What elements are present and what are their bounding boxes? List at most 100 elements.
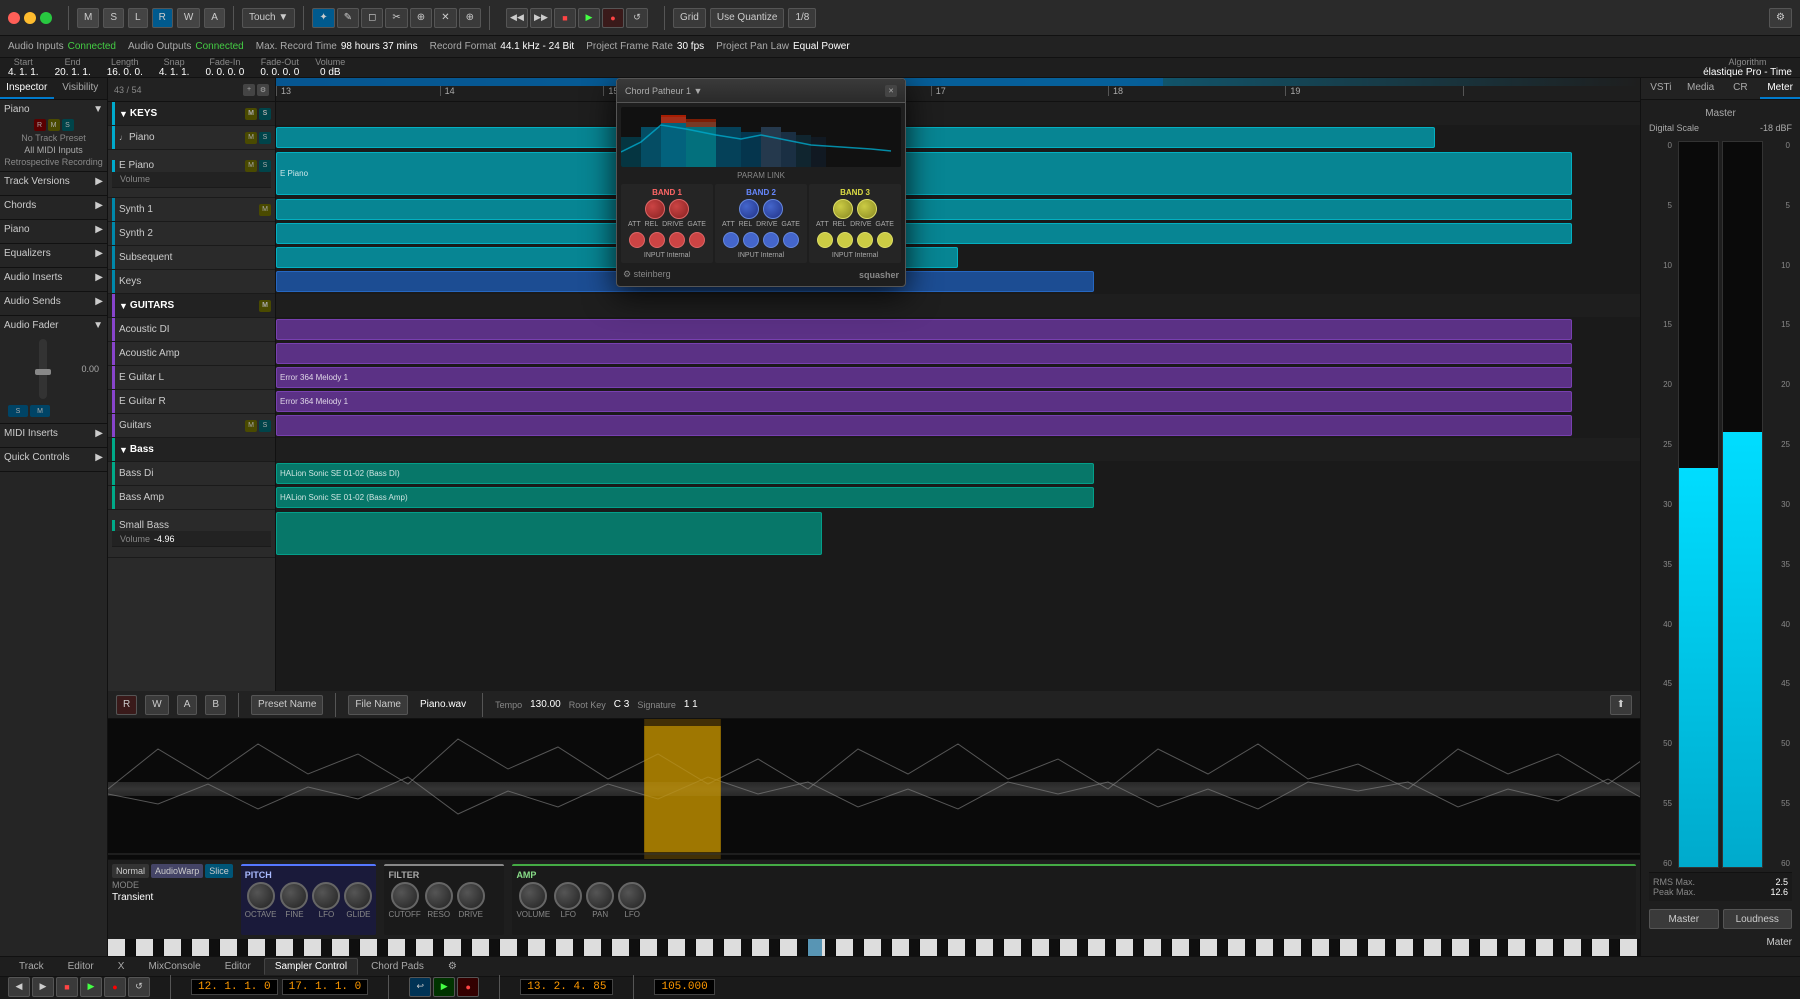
band2-gate[interactable] [783,232,799,248]
midi-inserts-header[interactable]: MIDI Inserts ▶ [4,428,103,439]
track-item-synth1[interactable]: Synth 1 M [108,198,275,222]
snap-field[interactable]: Snap 4. 1. 1. [159,57,190,78]
band3-knob1[interactable] [833,199,853,219]
grid-dropdown[interactable]: Grid [673,8,706,28]
track-item-acoustic-di[interactable]: Acoustic DI [108,318,275,342]
tool-mute[interactable]: ✕ [434,8,456,28]
piano-sub-header[interactable]: Piano ▶ [4,224,103,235]
guitars2-mute[interactable]: M [245,420,257,432]
lane-epiano[interactable]: E Piano [276,150,1640,198]
band1-att[interactable] [629,232,645,248]
piano-solo[interactable]: S [259,132,271,144]
tool-draw[interactable]: ✎ [337,8,359,28]
guitars-mute[interactable]: M [259,300,271,312]
status-ffwd[interactable]: ▶ [32,977,54,997]
fadeout-field[interactable]: Fade-Out 0. 0. 0. 0 [260,57,299,78]
band3-rel[interactable] [837,232,853,248]
track-item-guitars2[interactable]: Guitars M S [108,414,275,438]
quick-controls-header[interactable]: Quick Controls ▶ [4,452,103,463]
tool-cursor[interactable]: ✦ [312,8,334,28]
track-item-guitars[interactable]: ▼ GUITARS M [108,294,275,318]
clip-eguitar-r[interactable]: Error 364 Melody 1 [276,391,1572,412]
lane-acoustic-di[interactable] [276,318,1640,342]
sampler-w-btn[interactable]: W [145,695,168,715]
mode-m-button[interactable]: M [77,8,99,28]
inspector-tab[interactable]: Inspector [0,78,54,99]
clip-acoustic-di[interactable] [276,319,1572,340]
add-track-btn[interactable]: + [243,84,255,96]
band1-knob2[interactable] [669,199,689,219]
fadein-field[interactable]: Fade-In 0. 0. 0. 0 [205,57,244,78]
cycle-button[interactable]: ↺ [626,8,648,28]
mode-w-button[interactable]: W [177,8,200,28]
clip-synth2[interactable] [276,223,1572,244]
track-versions-header[interactable]: Track Versions ▶ [4,176,103,187]
reso-knob[interactable] [425,882,453,910]
mode-r-button[interactable]: R [152,8,173,28]
send-btn-2[interactable]: M [30,405,50,417]
lane-subsequent[interactable] [276,246,1640,270]
settings-btn[interactable]: ⚙ [1769,8,1792,28]
expand-sampler-btn[interactable]: ⬆ [1610,695,1632,715]
touch-dropdown[interactable]: Touch ▼ [242,8,295,28]
track-item-piano[interactable]: ♩ Piano M S [108,126,275,150]
quantize-value[interactable]: 1/8 [788,8,816,28]
volume-fader[interactable] [39,339,47,399]
loop-btn[interactable]: ↩ [409,977,431,997]
clip-guitars2[interactable] [276,415,1572,436]
track-item-synth2[interactable]: Synth 2 [108,222,275,246]
squasher-plugin-window[interactable]: Chord Patheur 1 ▼ ✕ [616,78,906,287]
band3-drive[interactable] [857,232,873,248]
clip-bass-amp[interactable]: HALion Sonic SE 01-02 (Bass Amp) [276,487,1094,508]
volume-knob[interactable] [519,882,547,910]
lane-eguitar-r[interactable]: Error 364 Melody 1 [276,390,1640,414]
band3-gate[interactable] [877,232,893,248]
mode-l-button[interactable]: L [128,8,148,28]
volume-field[interactable]: Volume 0 dB [315,57,345,78]
tool-erase[interactable]: ◻ [361,8,383,28]
band2-att[interactable] [723,232,739,248]
status-rewind[interactable]: ◀ [8,977,30,997]
lane-acoustic-amp[interactable] [276,342,1640,366]
track-settings-btn[interactable]: ⚙ [257,84,269,96]
track-item-bass[interactable]: ▼ Bass [108,438,275,462]
mode-a-button[interactable]: A [204,8,225,28]
track-item-eguitar-r[interactable]: E Guitar R [108,390,275,414]
band2-drive[interactable] [763,232,779,248]
status-record[interactable]: ● [104,977,126,997]
equalizers-header[interactable]: Equalizers ▶ [4,248,103,259]
band2-rel[interactable] [743,232,759,248]
start-field[interactable]: Start 4. 1. 1. [8,57,39,78]
editor-tab-1[interactable]: Editor [57,958,105,975]
sampler-r-btn[interactable]: R [116,695,137,715]
track-item-keys[interactable]: ▼ KEYS M S [108,102,275,126]
track-item-subsequent[interactable]: Subsequent [108,246,275,270]
sampler-b-btn[interactable]: B [205,695,226,715]
maximize-button[interactable] [40,12,52,24]
keys-mute[interactable]: M [245,108,257,120]
lane-eguitar-l[interactable]: Error 364 Melody 1 [276,366,1640,390]
lane-keys[interactable] [276,102,1640,126]
chord-pads-tab[interactable]: Chord Pads [360,958,435,975]
status-cycle[interactable]: ↺ [128,977,150,997]
file-name-btn[interactable]: File Name [348,695,408,715]
settings-tab[interactable]: ⚙ [437,958,468,975]
lane-guitars2[interactable] [276,414,1640,438]
slice-tab[interactable]: Slice [205,864,233,878]
lane-bass-group[interactable] [276,438,1640,462]
band3-knob2[interactable] [857,199,877,219]
lfo-knob[interactable] [312,882,340,910]
quantize-btn[interactable]: Use Quantize [710,8,785,28]
status-play[interactable]: ▶ [80,977,102,997]
solo-btn[interactable]: S [62,119,74,131]
record2-btn[interactable]: ● [457,977,479,997]
lane-synth1[interactable] [276,198,1640,222]
rec-btn[interactable]: R [34,119,46,131]
fast-forward-button[interactable]: ▶▶ [530,8,552,28]
record-button[interactable]: ● [602,8,624,28]
track-item-acoustic-amp[interactable]: Acoustic Amp [108,342,275,366]
band1-rel[interactable] [649,232,665,248]
editor-tab-2[interactable]: Editor [214,958,262,975]
lane-synth2[interactable] [276,222,1640,246]
cr-tab[interactable]: CR [1721,78,1761,99]
